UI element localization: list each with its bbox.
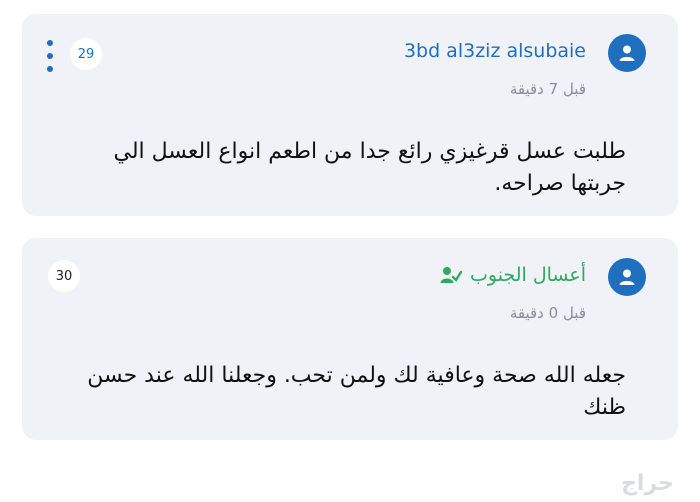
comment-text: جعله الله صحة وعافية لك ولمن تحب. وجعلنا… <box>87 363 626 420</box>
comment-card: 3bd al3ziz alsubaie قبل 7 دقيقة طلبت عسل… <box>22 14 678 216</box>
comment-text: طلبت عسل قرغيزي رائع جدا من اطعم انواع ا… <box>113 139 627 196</box>
comment-author-row[interactable]: أعسال الجنوب <box>440 264 586 286</box>
comment-card: أعسال الجنوب قبل 0 دقيقة جعله الله صحة و… <box>22 238 678 440</box>
comment-time: قبل 0 دقيقة <box>509 304 586 322</box>
verified-seller-icon <box>440 267 463 283</box>
avatar[interactable] <box>608 258 646 296</box>
comment-number-badge: 30 <box>48 260 80 292</box>
comment-author[interactable]: أعسال الجنوب <box>470 264 586 286</box>
more-options-icon[interactable] <box>46 40 54 72</box>
watermark-logo: حراج <box>621 471 674 496</box>
comment-number-badge: 29 <box>70 38 102 70</box>
user-icon <box>619 45 635 61</box>
user-icon <box>619 269 635 285</box>
comment-time: قبل 7 دقيقة <box>509 80 586 98</box>
avatar[interactable] <box>608 34 646 72</box>
comment-author[interactable]: 3bd al3ziz alsubaie <box>404 40 586 62</box>
